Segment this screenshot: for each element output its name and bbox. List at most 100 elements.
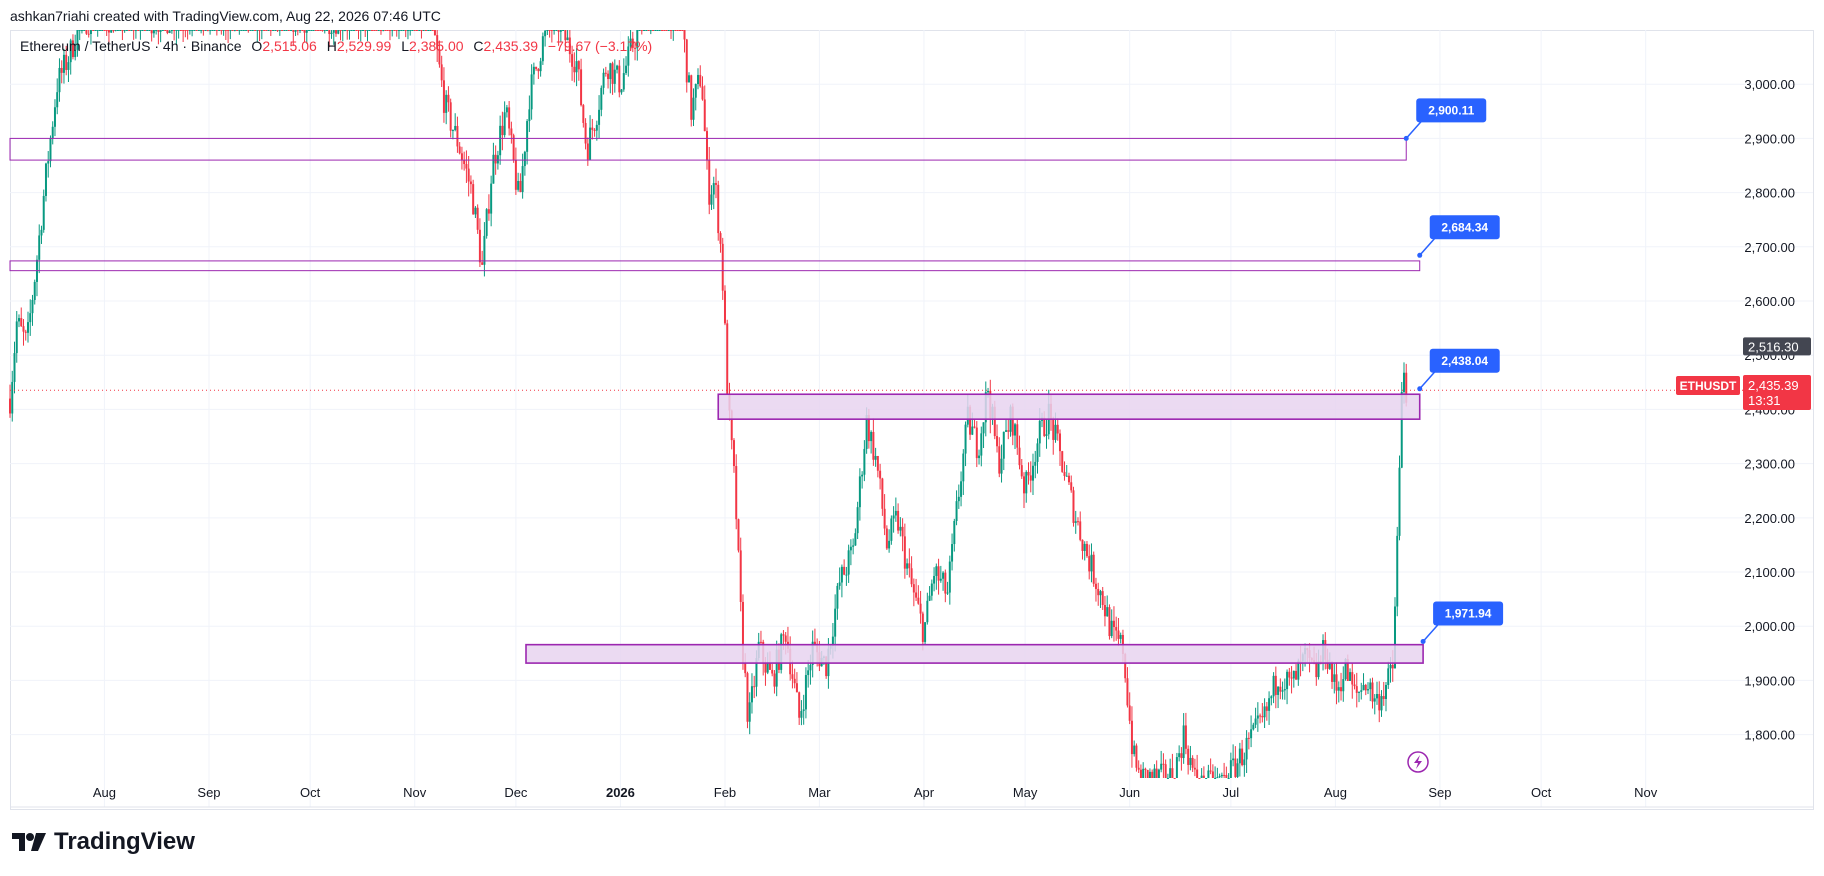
candle-body (454, 125, 457, 131)
candle-body (926, 600, 929, 623)
candle-body (422, 30, 425, 31)
candle-body (858, 476, 861, 508)
candle-body (209, 30, 212, 31)
y-tick-label: 3,000.00 (1744, 77, 1795, 92)
lightning-bolt-icon[interactable] (1407, 751, 1429, 773)
candle-body (1227, 778, 1230, 779)
candle-body (431, 30, 434, 31)
candle-body (472, 184, 475, 215)
candle-body (98, 30, 101, 31)
callout-anchor (1417, 252, 1423, 258)
candle-body (148, 30, 151, 31)
candle-body (901, 526, 904, 537)
candle-body (1340, 687, 1343, 692)
callout-anchor (1420, 638, 1426, 644)
x-tick-label: Sep (1428, 785, 1451, 800)
candle-body (42, 195, 45, 230)
zones[interactable] (9, 137, 1424, 664)
candle-body (591, 127, 594, 130)
candle-body (562, 30, 565, 31)
candle-body (876, 455, 879, 471)
candle-body (429, 30, 432, 31)
candle-body (1250, 729, 1253, 739)
candle-body (710, 194, 713, 205)
candle-body (1076, 521, 1079, 523)
candle-body (980, 433, 983, 456)
candle-body (793, 678, 796, 684)
candle-body (732, 440, 735, 467)
candle-body (559, 30, 562, 32)
candle-body (537, 68, 540, 72)
x-tick-label: Jun (1119, 785, 1140, 800)
candle-body (885, 528, 888, 549)
candle-body (485, 209, 488, 236)
candle-body (892, 515, 895, 519)
candle-body (690, 75, 693, 120)
candle-body (1295, 670, 1298, 680)
candle-body (94, 30, 97, 31)
candle-body (840, 566, 843, 583)
candle-body (242, 30, 245, 31)
callouts[interactable]: 2,900.11 2,684.34 2,438.04 1,971.94 (1403, 98, 1504, 644)
candle-body (276, 30, 279, 31)
time-axis[interactable]: Aug Sep Oct Nov Dec 2026 Feb Mar Apr May Jun Jul Aug… (10, 785, 1813, 808)
candle-body (856, 507, 859, 534)
symbol-title[interactable]: Ethereum / TetherUS · 4h · Binance (20, 38, 242, 54)
candle-body (1110, 620, 1113, 637)
y-tick-label: 2,700.00 (1744, 240, 1795, 255)
candle-body (647, 30, 650, 31)
candle-body (254, 30, 257, 31)
candlestick-chart[interactable]: 2,900.11 2,684.34 2,438.04 1,971.94 1,800.0… (0, 0, 1824, 876)
candle-body (998, 446, 1001, 474)
candle-body (685, 39, 688, 83)
candle-body (1252, 724, 1255, 730)
candle-body (1090, 554, 1093, 572)
candle-body (1398, 467, 1401, 536)
candle-body (609, 63, 612, 80)
candle-body (1234, 758, 1237, 777)
candle-body (573, 66, 576, 73)
candle-body (220, 30, 223, 31)
candle-body (652, 30, 655, 31)
candle-body (1353, 684, 1356, 687)
candle-body (598, 109, 601, 125)
candle-body (768, 663, 771, 670)
candle-body (809, 664, 812, 671)
candle-body (314, 30, 317, 31)
tradingview-logo[interactable]: TradingView (12, 828, 195, 856)
candle-body (193, 30, 196, 31)
candle-body (917, 597, 920, 604)
candle-body (1225, 774, 1228, 778)
candle-body (935, 566, 938, 576)
candle-body (1014, 424, 1017, 436)
candle-body (580, 69, 583, 106)
x-tick-label: Oct (1531, 785, 1552, 800)
candle-body (60, 67, 63, 73)
candle-body (1358, 691, 1361, 693)
candle-body (260, 30, 263, 31)
zone-box (9, 137, 1407, 161)
candle-body (971, 426, 974, 435)
candle-body (1189, 757, 1192, 765)
candle-body (1115, 627, 1118, 631)
candle-body (137, 30, 140, 31)
candle-body (1005, 430, 1008, 432)
candle-body (323, 30, 326, 31)
candle-body (739, 550, 742, 602)
tradingview-logo-icon (12, 833, 46, 851)
candle-body (1079, 521, 1082, 540)
candle-body (1337, 687, 1340, 691)
candle-body (604, 72, 607, 74)
candle-body (1085, 543, 1088, 557)
candle-body (1054, 424, 1057, 440)
candle-body (1063, 471, 1066, 476)
candle-body (962, 453, 965, 482)
brand-name: TradingView (54, 828, 195, 855)
candle-body (1270, 696, 1273, 699)
candle-body (1389, 664, 1392, 669)
candle-body (308, 30, 311, 31)
candle-body (1211, 771, 1214, 778)
candle-body (1025, 471, 1028, 494)
candle-body (879, 470, 882, 479)
candle-body (890, 518, 893, 541)
